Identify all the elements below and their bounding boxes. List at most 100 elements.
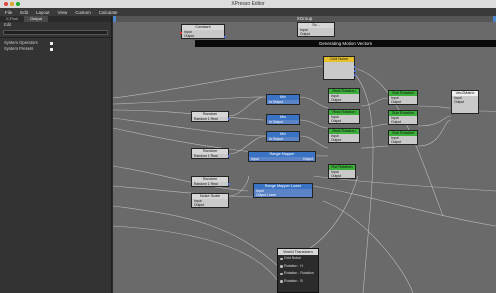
port-label: Grid Noise: [284, 256, 301, 260]
node-port-row[interactable]: In Output: [267, 100, 299, 104]
output-port-icon[interactable]: [228, 183, 230, 185]
node-port-row[interactable]: Rotation . B: [278, 278, 318, 286]
port-label: Rotation . B: [284, 278, 303, 283]
node-sub-rotation-d[interactable]: Sub Rotation Input Output: [388, 110, 418, 125]
node-rot-rotation[interactable]: Rot Rotation Input Output: [328, 164, 356, 179]
node-port-row[interactable]: Output: [329, 138, 359, 142]
port-dot-icon[interactable]: [280, 257, 283, 260]
node-port-row[interactable]: Output: [329, 119, 359, 123]
wire: [360, 97, 389, 107]
node-port-row[interactable]: Output: [182, 34, 224, 38]
node-port-row[interactable]: Output: [452, 100, 478, 104]
menu-custom[interactable]: Custom: [75, 10, 91, 15]
minimize-window-icon[interactable]: [10, 2, 14, 6]
node-mix-3[interactable]: Mix In Output: [266, 131, 300, 142]
node-top-small[interactable]: Sc... Input Output: [297, 22, 335, 37]
menu-view[interactable]: View: [58, 10, 68, 15]
tree-item-system-presets[interactable]: System Presets: [0, 46, 111, 52]
node-port-row[interactable]: Random 1 Real: [192, 117, 228, 121]
port-dot-icon[interactable]: [280, 265, 283, 268]
search-input[interactable]: [3, 30, 108, 35]
node-port-row[interactable]: Output: [389, 100, 417, 104]
port-dot-icon[interactable]: [280, 280, 283, 283]
left-panel: X-Pool Output Edit System Operators Syst…: [0, 16, 112, 293]
window-titlebar: XPresso Editor: [0, 0, 496, 8]
wire: [312, 185, 496, 227]
node-random-1[interactable]: Random Random 1 Real: [191, 111, 230, 122]
node-port-row[interactable]: Output Lower: [254, 193, 312, 197]
node-noise-scale[interactable]: Noise Scale Input Output: [191, 193, 229, 208]
output-port-icon[interactable]: [228, 118, 230, 120]
zoom-window-icon[interactable]: [16, 2, 20, 6]
menu-bar: File Edit Layout View Custom Calculate: [0, 8, 496, 16]
wire: [113, 117, 267, 137]
wire: [113, 225, 279, 282]
output-port-icon[interactable]: [228, 155, 230, 157]
node-canvas[interactable]: XGroup Generating Motion Vectors Constan…: [113, 16, 496, 293]
tree-item-label: System Presets: [4, 46, 34, 51]
checkbox-icon[interactable]: [50, 47, 53, 51]
port-dot-icon[interactable]: [280, 272, 283, 275]
divider: [0, 37, 111, 38]
node-random-3[interactable]: Random Random 1 Real: [191, 176, 230, 187]
menu-edit[interactable]: Edit: [20, 10, 28, 15]
wire: [228, 175, 249, 197]
close-window-icon[interactable]: [4, 2, 8, 6]
node-port-row[interactable]: Output: [389, 140, 417, 144]
menu-layout[interactable]: Layout: [36, 10, 50, 15]
node-range-mapper[interactable]: Range Mapper Input Output: [248, 151, 316, 162]
wire: [360, 123, 389, 129]
node-real-rotation-a[interactable]: Real Rotation Input Output: [328, 88, 360, 103]
input-port-icon[interactable]: [180, 32, 182, 34]
checkbox-icon[interactable]: [50, 41, 53, 45]
node-real-rotation-c[interactable]: Real Rotation Input Output: [328, 109, 360, 124]
node-range-mapper-lower[interactable]: Range Mapper Lower Input Output Lower: [253, 183, 313, 198]
output-port-icon[interactable]: [354, 70, 356, 72]
node-constant[interactable]: Constant Input Output: [180, 24, 226, 39]
node-grid-noise[interactable]: Grid Noise: [323, 56, 356, 80]
node-port-row[interactable]: Random 1 Real: [192, 182, 228, 186]
node-vec2matrix[interactable]: Vec2Matrix Input Output: [451, 90, 479, 114]
node-sub-rotation-f[interactable]: Sub Rotation Input Output: [388, 130, 418, 145]
output-port-icon[interactable]: [224, 36, 226, 38]
node-port-row[interactable]: Grid Noise: [278, 255, 318, 263]
node-random-2[interactable]: Random Random 1 Real: [191, 148, 230, 159]
menu-file[interactable]: File: [5, 10, 12, 15]
wire: [299, 96, 329, 109]
node-mix-1[interactable]: Mix In Output: [266, 94, 300, 105]
node-world-transform[interactable]: World Transform Grid Noise Rotation . H …: [277, 248, 319, 293]
node-mix-2[interactable]: Mix In Output: [266, 114, 300, 125]
wire: [360, 145, 389, 149]
node-port-row[interactable]: Output: [389, 120, 417, 124]
port-label: Input: [251, 157, 259, 161]
wire: [113, 96, 264, 105]
tree-root-label: Edit: [4, 22, 12, 27]
port-label: Rotation . Rotation: [284, 271, 314, 275]
node-real-rotation-e[interactable]: Real Rotation Input Output: [328, 128, 360, 143]
node-sub-rotation-b[interactable]: Sub Rotation Input Output: [388, 90, 418, 105]
node-port-row[interactable]: Rotation . H: [278, 263, 318, 271]
wire: [113, 185, 254, 198]
wire: [299, 135, 329, 149]
node-title: Grid Noise: [324, 57, 354, 62]
node-port-row[interactable]: Output: [329, 174, 355, 178]
menu-calculate[interactable]: Calculate: [99, 10, 118, 15]
output-port-icon[interactable]: [354, 66, 356, 68]
port-label: Rotation . H: [284, 263, 303, 268]
wire: [322, 200, 414, 293]
node-port-row[interactable]: Output: [298, 32, 334, 36]
node-port-row[interactable]: In Output: [267, 120, 299, 124]
wire: [228, 96, 267, 117]
output-port-icon[interactable]: [354, 74, 356, 76]
node-port-row[interactable]: Output: [192, 203, 228, 207]
tree-item-label: System Operators: [4, 40, 38, 45]
wire: [477, 110, 496, 113]
node-port-row[interactable]: Random 1 Real: [192, 154, 228, 158]
node-port-row[interactable]: Input Output: [249, 157, 315, 161]
comment-banner: Generating Motion Vectors: [195, 40, 496, 47]
node-port-row[interactable]: In Output: [267, 137, 299, 141]
node-port-row[interactable]: Output: [329, 98, 359, 102]
tree-root[interactable]: Edit: [0, 22, 111, 28]
window-title: XPresso Editor: [231, 1, 265, 7]
node-port-row[interactable]: Rotation . Rotation: [278, 270, 318, 278]
